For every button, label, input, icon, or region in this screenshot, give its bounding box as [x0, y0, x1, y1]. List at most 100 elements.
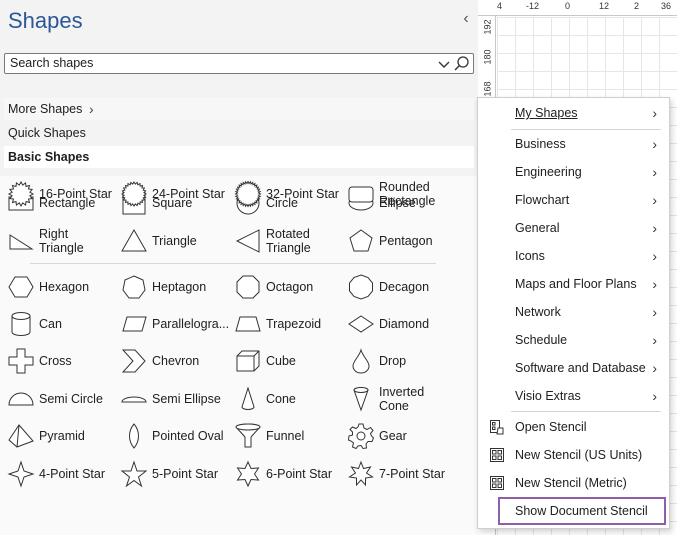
shape-decagon[interactable]: Decagon [347, 269, 429, 305]
menu-item-flowchart[interactable]: Flowchart › [478, 187, 669, 213]
seven-point-star-icon [348, 460, 374, 487]
menu-item-maps-and-floor-plans[interactable]: Maps and Floor Plans › [478, 271, 669, 297]
shape-hexagon[interactable]: Hexagon [7, 269, 89, 305]
shape-trapezoid[interactable]: Trapezoid [234, 306, 321, 342]
shape-can[interactable]: Can [7, 306, 62, 342]
shape-thirtytwo-point-star[interactable]: 32-Point Star [234, 176, 339, 212]
shape-cross[interactable]: Cross [7, 343, 72, 379]
ruler-label: 36 [661, 1, 672, 11]
shape-triangle[interactable]: Triangle [120, 223, 197, 259]
shape-rotated-triangle[interactable]: Rotated Triangle [234, 223, 311, 259]
shape-five-point-star[interactable]: 5-Point Star [120, 456, 218, 492]
parallelogram-icon [122, 316, 147, 332]
shape-semi-circle[interactable]: Semi Circle [7, 381, 103, 417]
shape-label: Semi Circle [39, 392, 103, 406]
horizontal-ruler[interactable]: 4 -12 0 12 2 36 [478, 0, 677, 16]
shape-pentagon[interactable]: Pentagon [347, 223, 433, 259]
shape-four-point-star[interactable]: 4-Point Star [7, 456, 105, 492]
shape-funnel[interactable]: Funnel [234, 418, 304, 454]
shape-octagon[interactable]: Octagon [234, 269, 313, 305]
shape-label: Trapezoid [266, 317, 322, 331]
menu-item-engineering[interactable]: Engineering › [478, 159, 669, 185]
chevron-down-icon[interactable] [437, 56, 451, 72]
shape-inverted-cone[interactable]: Inverted Cone [347, 381, 424, 417]
menu-item-network[interactable]: Network › [478, 299, 669, 325]
stencil-shapes-grid: Rectangle Square Circle Ellipse Right Triangl… [0, 176, 478, 535]
octagon-icon [236, 275, 260, 299]
shape-diamond[interactable]: Diamond [347, 306, 429, 342]
shapes-pane: Shapes ‹ Search shapes More Shapes › Qui… [0, 0, 478, 535]
shape-sixteen-point-star[interactable]: 16-Point Star [7, 176, 112, 212]
heptagon-icon [122, 275, 146, 299]
quick-shapes-item[interactable]: Quick Shapes [4, 122, 474, 144]
menu-item-my-shapes[interactable]: My Shapes › [478, 100, 669, 126]
search-input[interactable]: Search shapes [10, 56, 93, 70]
shape-cone[interactable]: Cone [234, 381, 296, 417]
chevron-right-icon: › [652, 105, 657, 121]
shape-pyramid[interactable]: Pyramid [7, 418, 85, 454]
decagon-icon [349, 274, 373, 300]
shape-six-point-star[interactable]: 6-Point Star [234, 456, 332, 492]
cross-icon [8, 348, 34, 374]
pentagon-icon [349, 229, 373, 252]
shape-pointed-oval[interactable]: Pointed Oval [120, 418, 224, 454]
four-point-star-icon [7, 460, 35, 488]
chevron-right-icon: › [652, 332, 657, 348]
shape-label: Triangle [152, 234, 197, 248]
menu-item-schedule[interactable]: Schedule › [478, 327, 669, 353]
menu-item-business[interactable]: Business › [478, 131, 669, 157]
shape-semi-ellipse[interactable]: Semi Ellipse [120, 381, 221, 417]
menu-item-label: Visio Extras [515, 389, 581, 403]
menu-item-software-and-database[interactable]: Software and Database › [478, 355, 669, 381]
shape-label: 6-Point Star [266, 467, 333, 481]
menu-item-visio-extras[interactable]: Visio Extras › [478, 383, 669, 409]
menu-item-label: Flowchart [515, 193, 570, 207]
shape-label: Cube [266, 354, 296, 368]
shape-seven-point-star[interactable]: 7-Point Star [347, 456, 445, 492]
shape-right-triangle[interactable]: Right Triangle [7, 223, 84, 259]
collapse-pane-icon[interactable]: ‹ [458, 10, 474, 28]
menu-item-label: General [515, 221, 560, 235]
menu-item-label: Show Document Stencil [515, 504, 648, 518]
semi-ellipse-icon [121, 396, 147, 403]
can-icon [11, 312, 31, 336]
shape-cube[interactable]: Cube [234, 343, 296, 379]
shape-heptagon[interactable]: Heptagon [120, 269, 206, 305]
shape-label: 32-Point Star [266, 187, 339, 201]
shape-label: Chevron [152, 354, 200, 368]
five-point-star-icon [120, 460, 148, 488]
menu-item-new-stencil-us[interactable]: New Stencil (US Units) [478, 442, 669, 468]
shape-parallelogram[interactable]: Parallelogra... [120, 306, 229, 342]
search-box[interactable]: Search shapes [4, 53, 474, 74]
menu-item-show-document-stencil[interactable]: Show Document Stencil [498, 497, 666, 525]
shape-rounded-rectangle[interactable]: Rounded Rectangle [347, 176, 435, 212]
pane-title: Shapes [8, 8, 83, 33]
menu-item-label: New Stencil (US Units) [515, 448, 643, 462]
basic-shapes-item[interactable]: Basic Shapes [4, 146, 474, 168]
shape-label: 16-Point Star [39, 187, 112, 201]
menu-item-new-stencil-metric[interactable]: New Stencil (Metric) [478, 470, 669, 496]
menu-item-label: Schedule [515, 333, 568, 347]
shape-label: Octagon [266, 280, 314, 294]
chevron-right-icon: › [652, 220, 657, 236]
shape-twentyfour-point-star[interactable]: 24-Point Star [120, 176, 225, 212]
menu-item-general[interactable]: General › [478, 215, 669, 241]
sixteen-point-star-icon [7, 180, 35, 208]
menu-item-label: Open Stencil [515, 420, 587, 434]
hexagon-icon [8, 276, 34, 298]
menu-item-open-stencil[interactable]: Open Stencil [478, 414, 669, 440]
search-icon[interactable] [453, 55, 470, 72]
shape-drop[interactable]: Drop [347, 343, 406, 379]
shape-label: Cone [266, 392, 296, 406]
shape-label: Pyramid [39, 429, 85, 443]
shape-chevron[interactable]: Chevron [120, 343, 199, 379]
more-shapes-label: More Shapes [8, 102, 83, 116]
ruler-label: 168 [482, 81, 493, 97]
more-shapes-button[interactable]: More Shapes › [4, 98, 474, 120]
chevron-right-icon: › [652, 164, 657, 180]
shape-gear[interactable]: Gear [347, 418, 407, 454]
chevron-right-icon: › [652, 192, 657, 208]
cone-icon [241, 386, 255, 410]
shape-label: Diamond [379, 317, 430, 331]
menu-item-icons[interactable]: Icons › [478, 243, 669, 269]
